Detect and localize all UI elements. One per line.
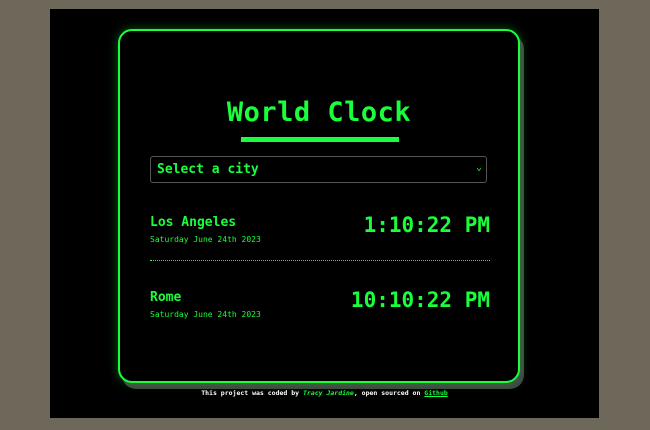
city-time: 10:10:22 PM [350,288,490,312]
footer: This project was coded by Tracy Jardine,… [50,389,599,397]
city-date: Saturday June 24th 2023 [150,310,261,319]
author-link[interactable]: Tracy Jardine [303,389,354,397]
city-divider [150,260,490,261]
city-row-rome: Rome Saturday June 24th 2023 10:10:22 PM [150,288,490,340]
app-window: World Clock Select a city ⌄ Los Angeles … [50,9,599,418]
city-select[interactable]: Select a city ⌄ [150,156,487,183]
city-name: Rome [150,290,182,305]
city-row-los-angeles: Los Angeles Saturday June 24th 2023 1:10… [150,213,490,265]
city-time: 1:10:22 PM [363,213,490,237]
city-select-value: Select a city [157,162,259,177]
world-clock-card: World Clock Select a city ⌄ Los Angeles … [118,29,520,383]
github-link[interactable]: Github [424,389,447,397]
page-title: World Clock [226,97,412,128]
city-name: Los Angeles [150,215,237,230]
title-underline [241,137,399,142]
chevron-down-icon: ⌄ [475,162,482,173]
city-date: Saturday June 24th 2023 [150,235,261,244]
footer-text-prefix: This project was coded by [201,389,303,397]
footer-text-middle: , open sourced on [353,389,425,397]
